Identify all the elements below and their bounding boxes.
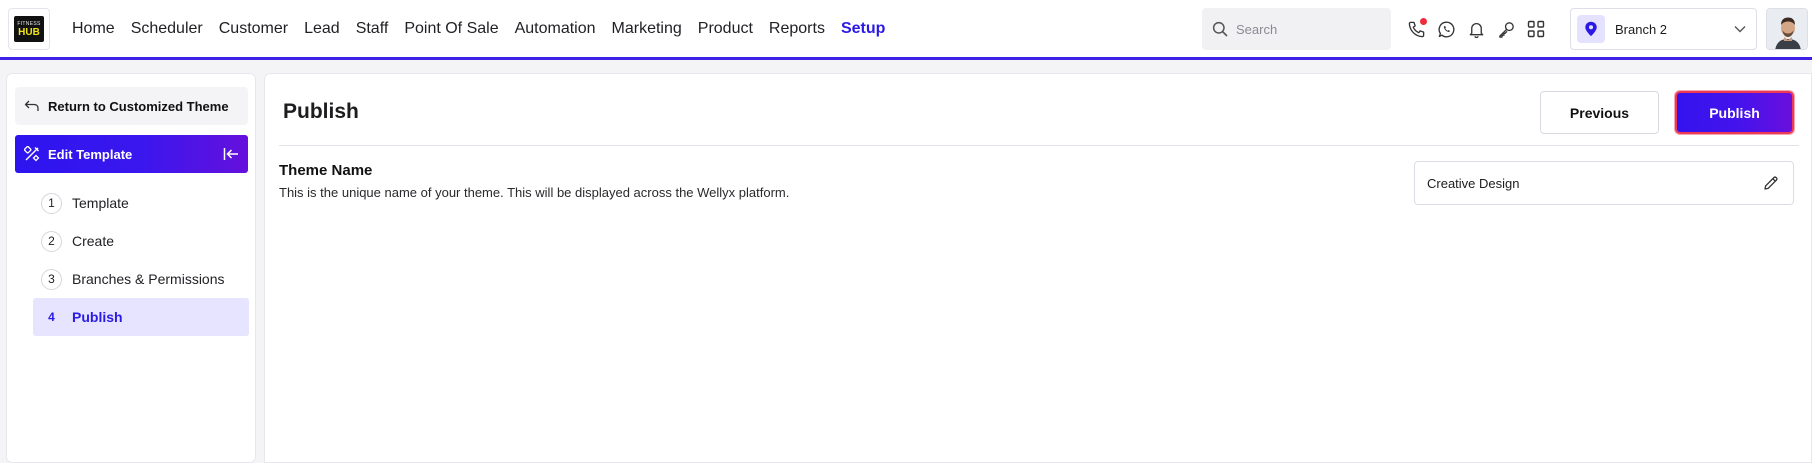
theme-name-value: Creative Design — [1427, 175, 1520, 191]
pencil-icon[interactable] — [1763, 175, 1779, 191]
nav-automation[interactable]: Automation — [515, 20, 596, 38]
nav-reports[interactable]: Reports — [769, 20, 825, 38]
whatsapp-icon[interactable] — [1436, 19, 1456, 39]
previous-button[interactable]: Previous — [1540, 91, 1659, 134]
branch-selector[interactable]: Branch 2 — [1570, 8, 1757, 50]
nav-lead[interactable]: Lead — [304, 20, 340, 38]
bell-icon[interactable] — [1466, 19, 1486, 39]
step-branches-permissions[interactable]: 3 Branches & Permissions — [33, 260, 249, 298]
edit-template-label: Edit Template — [48, 146, 133, 162]
nav-staff[interactable]: Staff — [356, 20, 389, 38]
user-avatar[interactable] — [1766, 8, 1808, 50]
header-divider — [279, 145, 1799, 146]
step-number: 4 — [48, 310, 55, 324]
nav-home[interactable]: Home — [72, 20, 115, 38]
step-number: 2 — [41, 230, 62, 252]
page-title: Publish — [283, 100, 359, 123]
step-list: 1 Template 2 Create 3 Branches & Permiss… — [33, 184, 249, 336]
return-label: Return to Customized Theme — [48, 98, 229, 114]
step-number: 1 — [41, 192, 62, 214]
chevron-down-icon — [1734, 26, 1746, 33]
nav-point-of-sale[interactable]: Point Of Sale — [404, 20, 498, 38]
logo-mark: FITNESS HUB — [14, 16, 44, 42]
location-pin-icon — [1577, 15, 1605, 43]
template-sidebar: Return to Customized Theme Edit Template… — [6, 73, 256, 463]
nav-scheduler[interactable]: Scheduler — [131, 20, 203, 38]
theme-name-heading: Theme Name — [279, 162, 373, 179]
return-to-customized-theme-button[interactable]: Return to Customized Theme — [15, 87, 248, 125]
search-box — [1202, 8, 1391, 50]
collapse-sidebar-icon[interactable] — [223, 147, 239, 161]
step-publish[interactable]: 4 Publish — [33, 298, 249, 336]
step-label: Create — [72, 233, 115, 249]
main-menu: Home Scheduler Customer Lead Staff Point… — [72, 0, 901, 58]
design-tools-icon — [24, 146, 40, 162]
apps-grid-icon[interactable] — [1526, 19, 1546, 39]
key-icon[interactable] — [1496, 19, 1516, 39]
step-label: Branches & Permissions — [72, 271, 225, 287]
search-input[interactable] — [1236, 21, 1376, 37]
notification-dot — [1420, 18, 1427, 25]
publish-button[interactable]: Publish — [1675, 91, 1794, 134]
step-create[interactable]: 2 Create — [33, 222, 249, 260]
edit-template-header: Edit Template — [15, 135, 248, 173]
publish-panel: Publish Previous Publish Theme Name This… — [264, 73, 1812, 463]
nav-product[interactable]: Product — [698, 20, 753, 38]
brand-logo[interactable]: FITNESS HUB — [8, 8, 50, 50]
toolbar-icons — [1406, 15, 1546, 43]
step-label: Template — [72, 195, 129, 211]
phone-icon[interactable] — [1406, 18, 1427, 39]
return-arrow-icon — [24, 100, 39, 111]
branch-name: Branch 2 — [1615, 21, 1668, 37]
nav-setup[interactable]: Setup — [841, 20, 885, 38]
theme-name-field: Creative Design — [1414, 161, 1794, 205]
theme-name-description: This is the unique name of your theme. T… — [279, 185, 790, 200]
top-navigation-bar: FITNESS HUB Home Scheduler Customer Lead… — [0, 0, 1812, 60]
nav-marketing[interactable]: Marketing — [612, 20, 682, 38]
search-icon — [1212, 21, 1228, 37]
step-template[interactable]: 1 Template — [33, 184, 249, 222]
nav-customer[interactable]: Customer — [219, 20, 288, 38]
step-label: Publish — [72, 309, 123, 325]
logo-text-main: HUB — [18, 26, 40, 38]
step-number: 3 — [41, 268, 62, 290]
